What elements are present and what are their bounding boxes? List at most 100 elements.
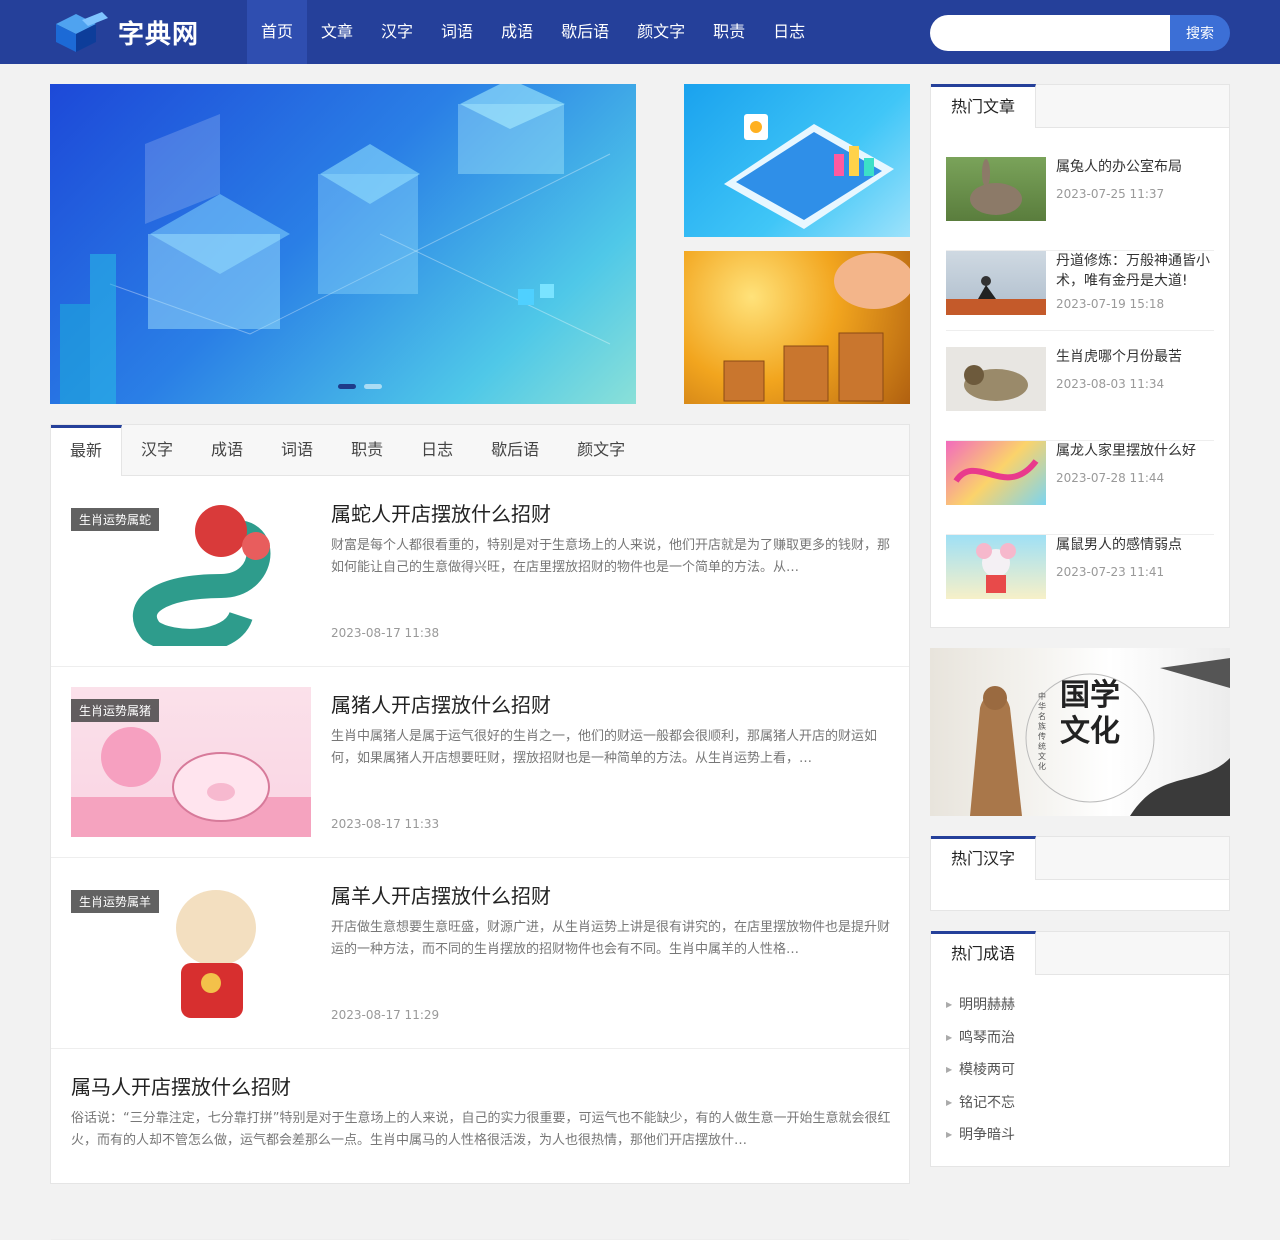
hot-article-date: 2023-07-28 11:44 <box>1056 471 1165 485</box>
guoxue-culture-banner[interactable]: 国学文化 中华名族传统文化 <box>930 648 1230 816</box>
article-thumbnail[interactable]: 生肖运势属蛇 <box>71 496 311 646</box>
nav-item-chars[interactable]: 汉字 <box>367 0 427 64</box>
nav-item-logs[interactable]: 日志 <box>759 0 819 64</box>
article-title[interactable]: 属猪人开店摆放什么招财 <box>331 689 551 718</box>
guoxue-banner-text: 国学文化 <box>1060 678 1120 749</box>
logo-cube-icon <box>56 12 108 52</box>
tab-idioms[interactable]: 成语 <box>192 425 262 475</box>
carousel-illustration <box>60 84 611 404</box>
hot-article-title[interactable]: 属兔人的办公室布局 <box>1056 157 1216 177</box>
tab-xiehouyu[interactable]: 歇后语 <box>472 425 558 475</box>
hot-articles-header: 热门文章 <box>931 84 1229 128</box>
hot-article-date: 2023-07-23 11:41 <box>1056 565 1165 579</box>
nav-item-kaomoji[interactable]: 颜文字 <box>623 0 699 64</box>
article-summary: 俗话说：“三分靠注定，七分靠打拼”特别是对于生意场上的人来说，自己的实力很重要，… <box>71 1111 891 1148</box>
chevron-right-icon: ▶ <box>946 1032 953 1042</box>
article-date: 2023-08-17 11:29 <box>331 1008 440 1022</box>
side-banner-finance-app[interactable] <box>684 84 910 237</box>
hot-article-item[interactable]: 丹道修炼：万般神通皆小术，唯有金丹是大道! 2023-07-19 15:18 <box>946 251 1214 331</box>
search-bar: 搜索 <box>930 15 1230 51</box>
hot-article-title[interactable]: 生肖虎哪个月份最苦 <box>1056 347 1216 367</box>
side-banner-coins[interactable] <box>684 251 910 404</box>
idiom-text[interactable]: 铭记不忘 <box>959 1095 1015 1111</box>
tab-chars[interactable]: 汉字 <box>122 425 192 475</box>
hot-article-item[interactable]: 属兔人的办公室布局 2023-07-25 11:37 <box>946 157 1214 251</box>
hot-articles-box: 热门文章 属兔人的办公室布局 2023-07-25 11:37 丹道修炼：万般神… <box>930 84 1230 628</box>
hot-article-item[interactable]: 属龙人家里摆放什么好 2023-07-28 11:44 <box>946 441 1214 535</box>
search-button[interactable]: 搜索 <box>1170 15 1230 51</box>
hot-article-title[interactable]: 丹道修炼：万般神通皆小术，唯有金丹是大道! <box>1056 251 1216 291</box>
article-tag[interactable]: 生肖运势属猪 <box>71 699 160 722</box>
nav-item-home[interactable]: 首页 <box>247 0 308 64</box>
nav-item-articles[interactable]: 文章 <box>307 0 367 64</box>
article-title[interactable]: 属羊人开店摆放什么招财 <box>331 880 551 909</box>
article-item: 生肖运势属猪 属猪人开店摆放什么招财 生肖中属猪人是属于运气很好的生肖之一，他们… <box>51 667 909 858</box>
logo-text: 字典网 <box>118 19 200 50</box>
list-item[interactable]: ▶ 明争暗斗 <box>946 1119 1229 1152</box>
idiom-text[interactable]: 明争暗斗 <box>959 1127 1015 1143</box>
hot-article-item[interactable]: 属鼠男人的感情弱点 2023-07-23 11:41 <box>946 535 1214 629</box>
idiom-text[interactable]: 模棱两可 <box>959 1062 1015 1078</box>
tab-words[interactable]: 词语 <box>262 425 332 475</box>
article-title[interactable]: 属蛇人开店摆放什么招财 <box>331 498 551 527</box>
article-thumbnail[interactable]: 生肖运势属猪 <box>71 687 311 837</box>
list-item[interactable]: ▶ 明明赫赫 <box>946 989 1229 1022</box>
main-nav: 首页 文章 汉字 词语 成语 歇后语 颜文字 职责 日志 <box>247 0 819 64</box>
article-summary: 财富是每个人都很看重的，特别是对于生意场上的人来说，他们开店就是为了赚取更多的钱… <box>331 538 891 575</box>
article-item: 生肖运势属蛇 属蛇人开店摆放什么招财 财富是每个人都很看重的，特别是对于生意场上… <box>51 476 909 667</box>
list-item[interactable]: ▶ 鸣琴而治 <box>946 1022 1229 1055</box>
hot-article-date: 2023-07-25 11:37 <box>1056 187 1165 201</box>
idiom-text[interactable]: 明明赫赫 <box>959 997 1015 1013</box>
tiger-painting <box>964 365 1028 401</box>
meditation-photo <box>946 276 1046 315</box>
carousel-dot-2[interactable] <box>364 384 382 389</box>
hot-article-title[interactable]: 属龙人家里摆放什么好 <box>1056 441 1216 461</box>
hot-idioms-box: 热门成语 ▶ 明明赫赫 ▶ 鸣琴而治 ▶ 模棱两可 ▶ 铭记不忘 ▶ 明争暗斗 <box>930 931 1230 1167</box>
nav-item-xiehouyu[interactable]: 歇后语 <box>547 0 623 64</box>
main-carousel[interactable] <box>50 84 636 404</box>
carousel-dot-1[interactable] <box>338 384 356 389</box>
article-date: 2023-08-17 11:33 <box>331 817 440 831</box>
dragon-painting <box>953 459 1039 483</box>
nav-item-idioms[interactable]: 成语 <box>487 0 547 64</box>
tab-duties[interactable]: 职责 <box>332 425 402 475</box>
list-item[interactable]: ▶ 铭记不忘 <box>946 1087 1229 1120</box>
guoxue-banner-subtext: 中华名族传统文化 <box>1038 692 1046 771</box>
hot-article-thumbnail[interactable] <box>946 347 1046 411</box>
hot-idioms-list: ▶ 明明赫赫 ▶ 鸣琴而治 ▶ 模棱两可 ▶ 铭记不忘 ▶ 明争暗斗 <box>931 975 1229 1152</box>
hot-idioms-title: 热门成语 <box>931 931 1036 975</box>
tab-latest[interactable]: 最新 <box>51 425 123 476</box>
article-summary: 生肖中属猪人是属于运气很好的生肖之一，他们的财运一般都会很顺利，那属猪人开店的财… <box>331 729 878 766</box>
article-item: 属马人开店摆放什么招财 俗话说：“三分靠注定，七分靠打拼”特别是对于生意场上的人… <box>51 1049 909 1240</box>
article-item: 生肖运势属羊 属羊人开店摆放什么招财 开店做生意想要生意旺盛，财源广进，从生肖运… <box>51 858 909 1049</box>
nav-item-words[interactable]: 词语 <box>427 0 487 64</box>
article-title[interactable]: 属马人开店摆放什么招财 <box>71 1071 291 1100</box>
hot-article-item[interactable]: 生肖虎哪个月份最苦 2023-08-03 11:34 <box>946 347 1214 441</box>
hot-chars-title: 热门汉字 <box>931 836 1036 880</box>
article-tag[interactable]: 生肖运势属蛇 <box>71 508 160 531</box>
hot-chars-box: 热门汉字 <box>930 836 1230 911</box>
hot-article-thumbnail[interactable] <box>946 251 1046 315</box>
phone-finance-illustration <box>724 114 894 229</box>
list-item[interactable]: ▶ 模棱两可 <box>946 1054 1229 1087</box>
coin-stacks-illustration <box>723 253 910 402</box>
chevron-right-icon: ▶ <box>946 1097 953 1107</box>
site-header: 字典网 首页 文章 汉字 词语 成语 歇后语 颜文字 职责 日志 搜索 <box>0 0 1280 64</box>
hot-article-thumbnail[interactable] <box>946 441 1046 505</box>
hot-article-title[interactable]: 属鼠男人的感情弱点 <box>1056 535 1216 555</box>
hot-article-date: 2023-07-19 15:18 <box>1056 297 1165 311</box>
article-summary: 开店做生意想要生意旺盛，财源广进，从生肖运势上讲是很有讲究的，在店里摆放物件也是… <box>331 920 891 957</box>
hot-article-thumbnail[interactable] <box>946 157 1046 221</box>
idiom-text[interactable]: 鸣琴而治 <box>959 1030 1015 1046</box>
hot-article-thumbnail[interactable] <box>946 535 1046 599</box>
nav-item-duties[interactable]: 职责 <box>699 0 759 64</box>
category-tabs: 最新 汉字 成语 词语 职责 日志 歇后语 颜文字 <box>51 425 909 476</box>
site-logo[interactable]: 字典网 <box>52 10 199 54</box>
tab-logs[interactable]: 日志 <box>402 425 472 475</box>
tab-kaomoji[interactable]: 颜文字 <box>558 425 644 475</box>
search-input[interactable] <box>930 15 1172 51</box>
mouse-cartoon <box>976 543 1016 593</box>
article-thumbnail[interactable]: 生肖运势属羊 <box>71 878 311 1028</box>
article-tag[interactable]: 生肖运势属羊 <box>71 890 160 913</box>
article-date: 2023-08-17 11:38 <box>331 626 440 640</box>
